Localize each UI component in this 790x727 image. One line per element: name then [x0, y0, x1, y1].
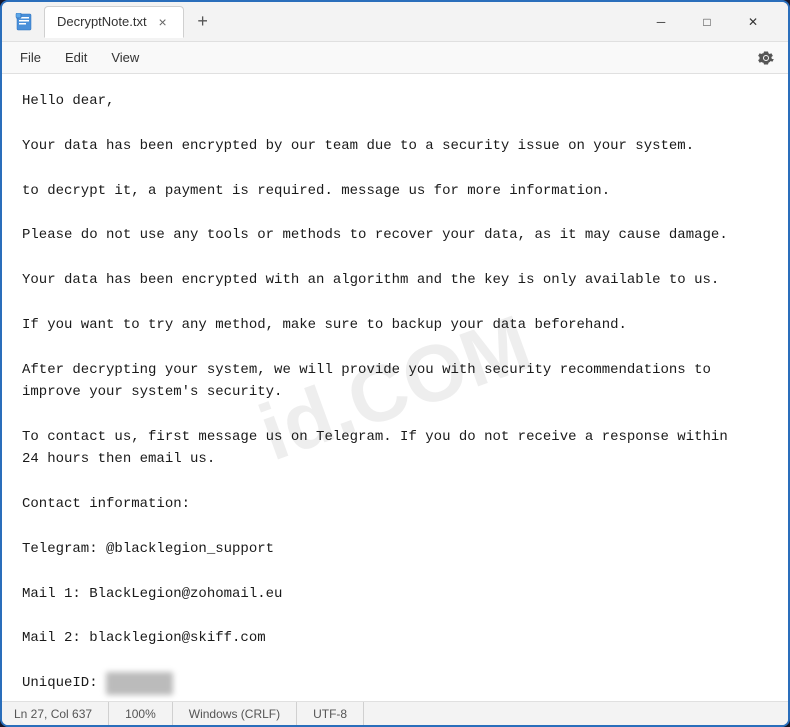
maximize-button[interactable]: □ [684, 6, 730, 38]
view-menu[interactable]: View [101, 46, 149, 69]
text-line-9: Contact information: [22, 493, 768, 515]
settings-button[interactable] [752, 44, 780, 72]
edit-menu[interactable]: Edit [55, 46, 97, 69]
menu-bar: File Edit View [2, 42, 788, 74]
text-line-3: to decrypt it, a payment is required. me… [22, 180, 768, 202]
text-line-13: UniqueID: ■■■■■■■■ [22, 672, 768, 694]
status-bar: Ln 27, Col 637 100% Windows (CRLF) UTF-8 [2, 701, 788, 725]
text-line-4: Please do not use any tools or methods t… [22, 224, 768, 246]
text-line-8b: 24 hours then email us. [22, 448, 768, 470]
gear-icon [758, 50, 774, 66]
text-line-11: Mail 1: BlackLegion@zohomail.eu [22, 583, 768, 605]
encoding: UTF-8 [297, 702, 364, 725]
text-content: Hello dear, Your data has been encrypted… [22, 90, 768, 701]
text-line-12: Mail 2: blacklegion@skiff.com [22, 627, 768, 649]
unique-id-value: ■■■■■■■■ [106, 672, 173, 694]
notepad-window: DecryptNote.txt × + ─ □ ✕ File Edit View… [0, 0, 790, 727]
editor-area[interactable]: id.COM Hello dear, Your data has been en… [2, 74, 788, 701]
text-line-8a: To contact us, first message us on Teleg… [22, 426, 768, 448]
text-line-7a: After decrypting your system, we will pr… [22, 359, 768, 381]
app-icon [14, 12, 34, 32]
line-ending: Windows (CRLF) [173, 702, 297, 725]
cursor-position: Ln 27, Col 637 [14, 702, 109, 725]
active-tab[interactable]: DecryptNote.txt × [44, 6, 184, 38]
text-line-6: If you want to try any method, make sure… [22, 314, 768, 336]
text-line-7b: improve your system's security. [22, 381, 768, 403]
zoom-level: 100% [109, 702, 173, 725]
minimize-button[interactable]: ─ [638, 6, 684, 38]
text-line-10: Telegram: @blacklegion_support [22, 538, 768, 560]
text-line-2: Your data has been encrypted by our team… [22, 135, 768, 157]
title-bar: DecryptNote.txt × + ─ □ ✕ [2, 2, 788, 42]
file-menu[interactable]: File [10, 46, 51, 69]
tab-close-button[interactable]: × [155, 14, 171, 30]
new-tab-button[interactable]: + [188, 7, 218, 37]
tab-label: DecryptNote.txt [57, 14, 147, 29]
close-button[interactable]: ✕ [730, 6, 776, 38]
window-controls: ─ □ ✕ [638, 6, 776, 38]
text-line-1: Hello dear, [22, 90, 768, 112]
text-line-5: Your data has been encrypted with an alg… [22, 269, 768, 291]
